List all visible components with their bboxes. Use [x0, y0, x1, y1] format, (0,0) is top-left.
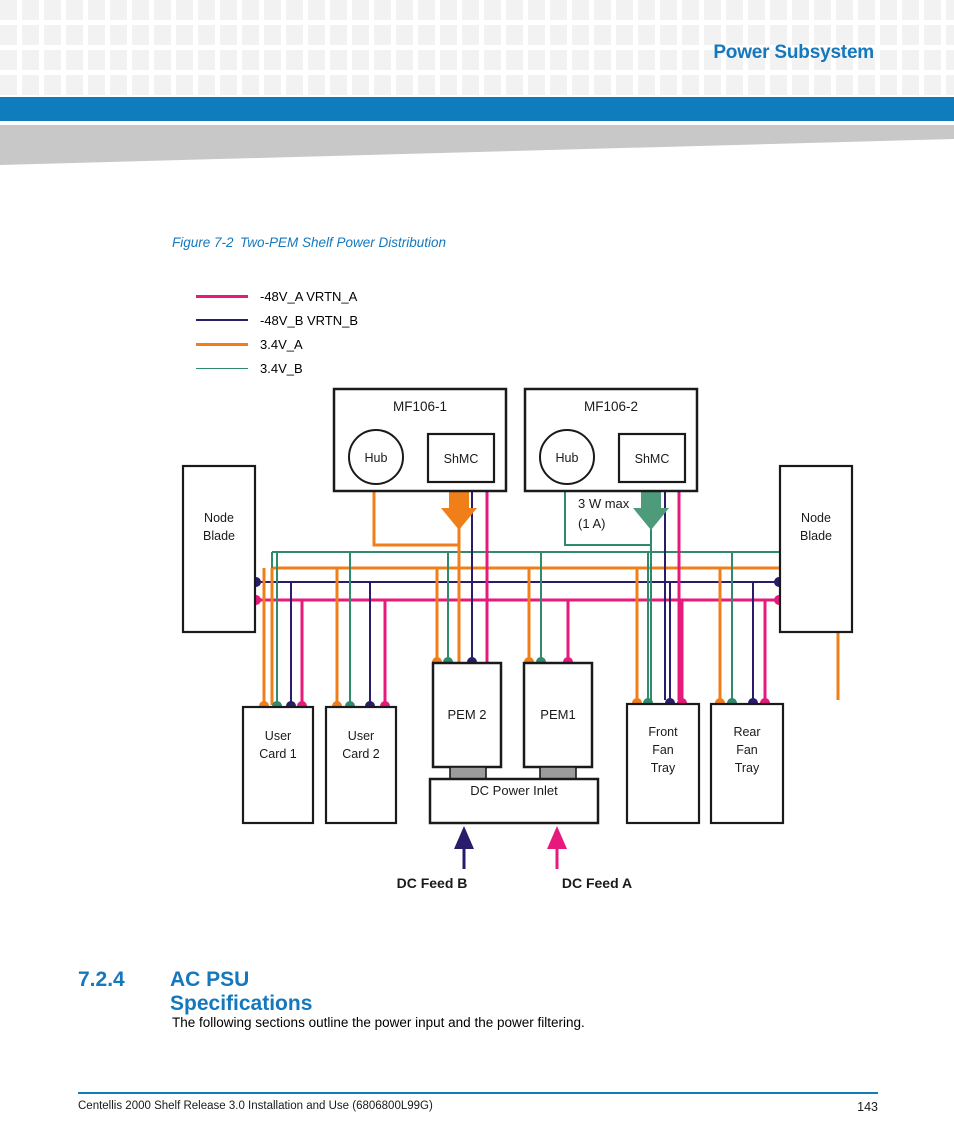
mf106-2-module: MF106-2 Hub ShMC: [523, 387, 699, 493]
user-card-2: User Card 2: [324, 705, 398, 825]
legend-label-1: -48V_B VRTN_B: [260, 312, 359, 328]
node-blade-right-line1: Node: [801, 511, 831, 525]
rear-fan-tray-line1: Rear: [733, 725, 760, 739]
diagram-legend: -48V_A VRTN_A -48V_B VRTN_B 3.4V_A 3.4V_…: [196, 284, 358, 380]
legend-swatch-green: [196, 367, 248, 369]
front-fan-tray-line1: Front: [648, 725, 678, 739]
green-power-arrow: [633, 489, 669, 530]
legend-item-48v-a: -48V_A VRTN_A: [196, 284, 358, 308]
user-card-1-line2: Card 1: [259, 747, 297, 761]
node-blade-left: Node Blade: [181, 464, 257, 634]
figure-number: Figure 7-2: [172, 235, 234, 250]
dc-feed-a-label: DC Feed A: [562, 875, 632, 891]
front-fan-tray-line2: Fan: [652, 743, 674, 757]
mf106-2-label: MF106-2: [584, 399, 638, 414]
mf106-1-shmc-label: ShMC: [444, 452, 479, 466]
node-blade-left-line2: Blade: [203, 529, 235, 543]
mf106-2-hub-label: Hub: [556, 451, 579, 465]
user-card-1: User Card 1: [241, 705, 315, 825]
figure-title: Two-PEM Shelf Power Distribution: [240, 235, 447, 250]
section-number: 7.2.4: [78, 968, 125, 991]
dc-feed-a-arrow: [547, 826, 567, 869]
legend-label-2: 3.4V_A: [260, 336, 303, 352]
annotation-line-2: (1 A): [578, 516, 605, 531]
figure-caption: Figure 7-2 Two-PEM Shelf Power Distributi…: [172, 235, 446, 250]
legend-swatch-orange: [196, 342, 248, 346]
annotation-line-1: 3 W max: [578, 496, 630, 511]
front-fan-tray-line3: Tray: [651, 761, 676, 775]
footer-rule: [78, 1092, 878, 1094]
legend-item-34v-a: 3.4V_A: [196, 332, 358, 356]
page-header: Power Subsystem: [0, 0, 954, 96]
rear-fan-tray-line3: Tray: [735, 761, 760, 775]
legend-swatch-navy: [196, 319, 248, 321]
rear-fan-tray: Rear Fan Tray: [709, 702, 785, 825]
pem-2: PEM 2: [431, 661, 503, 780]
footer-page-number: 143: [857, 1100, 878, 1114]
rear-fan-tray-line2: Fan: [736, 743, 758, 757]
pem-1-label: PEM1: [540, 707, 575, 722]
header-gray-wedge: [0, 125, 954, 165]
dc-power-inlet: DC Power Inlet: [428, 777, 600, 825]
pem-1: PEM1: [522, 661, 594, 780]
legend-label-0: -48V_A VRTN_A: [260, 288, 358, 304]
mf106-2-shmc-label: ShMC: [635, 452, 670, 466]
footer-document-title: Centellis 2000 Shelf Release 3.0 Install…: [78, 1100, 433, 1112]
user-card-2-line2: Card 2: [342, 747, 380, 761]
page-title: Power Subsystem: [713, 42, 874, 63]
user-card-1-line1: User: [265, 729, 291, 743]
legend-swatch-pink: [196, 294, 248, 298]
node-blade-left-line1: Node: [204, 511, 234, 525]
section-title: AC PSU Specifications: [170, 968, 313, 1015]
header-blue-bar: [0, 97, 954, 121]
front-fan-tray: Front Fan Tray: [625, 702, 701, 825]
dc-feed-b-arrow: [454, 826, 474, 869]
power-annotation: 3 W max (1 A): [578, 496, 630, 531]
legend-item-48v-b: -48V_B VRTN_B: [196, 308, 358, 332]
node-blade-right-line2: Blade: [800, 529, 832, 543]
mf106-1-hub-label: Hub: [365, 451, 388, 465]
section-body-text: The following sections outline the power…: [172, 1015, 585, 1030]
user-card-2-line1: User: [348, 729, 374, 743]
dc-feed-b-label: DC Feed B: [397, 875, 468, 891]
dc-power-inlet-label: DC Power Inlet: [470, 783, 558, 798]
power-distribution-diagram: MF106-1 Hub ShMC MF106-2 Hub ShMC 3 W ma…: [181, 387, 854, 891]
mf106-1-label: MF106-1: [393, 399, 447, 414]
mf106-1-module: MF106-1 Hub ShMC: [332, 387, 508, 493]
pem-2-label: PEM 2: [447, 707, 486, 722]
node-blade-right: Node Blade: [778, 464, 854, 634]
